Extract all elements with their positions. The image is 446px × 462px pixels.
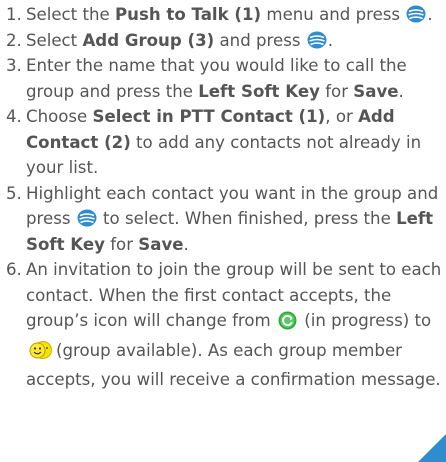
step-text: . <box>427 5 433 24</box>
step-text: for <box>104 234 139 254</box>
step-text: menu and press <box>261 5 406 24</box>
ok-key-icon <box>77 209 97 227</box>
step-text: for <box>319 81 354 101</box>
step-text: (group available). As each group member … <box>26 340 441 390</box>
step-text: . <box>327 30 334 50</box>
step-6: 6. An invitation to join the group will … <box>0 257 446 393</box>
ok-key-icon <box>406 5 426 23</box>
step-number: 3. <box>6 56 22 75</box>
step-5: 5. Highlight each contact you want in th… <box>0 181 446 258</box>
step-text: Select <box>26 30 83 50</box>
action-name: Save <box>138 234 184 254</box>
menu-name: Select in PTT Contact (1) <box>92 107 326 126</box>
step-1: 1. Select the Push to Talk (1) menu and … <box>0 2 446 28</box>
step-number: 1. <box>6 5 22 24</box>
step-4: 4. Choose Select in PTT Contact (1), or … <box>0 104 446 181</box>
ok-key-icon <box>307 31 327 49</box>
menu-name: Add Group (3) <box>82 30 215 50</box>
step-text: , or <box>325 107 359 126</box>
action-name: Save <box>353 81 399 101</box>
menu-name: Push to Talk (1) <box>114 5 262 24</box>
group-available-icon <box>28 340 54 368</box>
step-text: Select the <box>26 5 115 24</box>
step-text: . <box>398 81 404 101</box>
step-number: 4. <box>6 107 22 126</box>
in-progress-icon <box>278 311 297 338</box>
step-number: 6. <box>6 260 22 279</box>
step-text: . <box>183 234 189 254</box>
page-corner-decoration <box>418 434 446 462</box>
step-text: Choose <box>26 107 93 126</box>
step-2: 2. Select Add Group (3) and press . <box>0 28 446 54</box>
key-name: Left Soft Key <box>198 81 320 101</box>
step-3: 3. Enter the name that you would like to… <box>0 53 446 104</box>
step-text: and press <box>214 30 306 50</box>
step-number: 5. <box>6 183 22 203</box>
step-text: (in progress) to <box>298 311 432 330</box>
step-text: to select. When finished, press the <box>97 209 397 228</box>
instruction-list: 1. Select the Push to Talk (1) menu and … <box>0 2 446 393</box>
step-number: 2. <box>6 30 22 50</box>
